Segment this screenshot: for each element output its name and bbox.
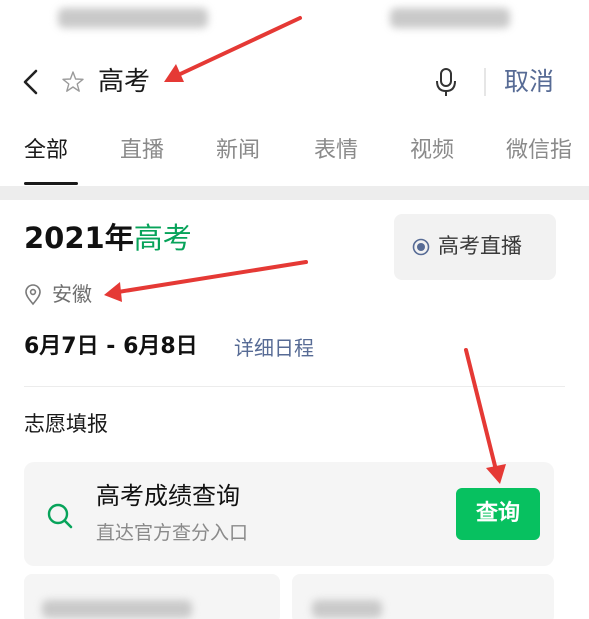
radio-dot-icon xyxy=(412,238,430,256)
blurred-card-left[interactable] xyxy=(24,574,280,619)
location-label: 安徽 xyxy=(52,282,92,306)
exam-dates: 6月7日 - 6月8日 xyxy=(24,334,198,359)
microphone-icon xyxy=(436,68,456,96)
tab-news[interactable]: 新闻 xyxy=(216,136,260,166)
detailed-schedule-link[interactable]: 详细日程 xyxy=(234,334,314,362)
exam-keyword: 高考 xyxy=(133,221,192,255)
location-pin-icon xyxy=(25,284,41,306)
exam-live-button[interactable]: 高考直播 xyxy=(394,214,556,280)
blurred-status-left xyxy=(58,8,208,28)
card-divider xyxy=(24,386,565,387)
exam-live-label: 高考直播 xyxy=(438,234,522,258)
search-bar: 高考 取消 xyxy=(0,52,589,112)
volunteer-application-title: 志愿填报 xyxy=(24,412,108,436)
cancel-button[interactable]: 取消 xyxy=(504,66,554,98)
tab-videos[interactable]: 视频 xyxy=(410,136,454,166)
active-tab-indicator xyxy=(24,182,78,185)
blurred-status-right xyxy=(390,8,510,28)
tab-stickers[interactable]: 表情 xyxy=(314,136,358,166)
score-query-title: 高考成绩查询 xyxy=(96,482,240,510)
tab-all[interactable]: 全部 xyxy=(24,136,68,166)
exam-year: 2021年 xyxy=(24,221,134,255)
wechat-search-screen: 高考 取消 全部 直播 新闻 表情 视频 微信指 2021年高考 高考直播 安徽… xyxy=(0,0,589,619)
status-bar xyxy=(0,0,589,44)
search-category-tabs: 全部 直播 新闻 表情 视频 微信指 xyxy=(0,130,589,186)
score-query-subtitle: 直达官方查分入口 xyxy=(96,522,249,544)
search-query-text[interactable]: 高考 xyxy=(98,66,150,98)
score-query-card[interactable]: 高考成绩查询 直达官方查分入口 查询 xyxy=(24,462,554,566)
star-outline-icon xyxy=(62,71,84,92)
blurred-text-left xyxy=(42,600,192,618)
query-button[interactable]: 查询 xyxy=(456,488,540,540)
voice-input-button[interactable] xyxy=(432,64,460,100)
annotation-arrow-location xyxy=(104,260,308,302)
tab-live[interactable]: 直播 xyxy=(120,136,164,166)
section-gap xyxy=(0,186,589,200)
blurred-card-right[interactable] xyxy=(292,574,554,619)
back-arrow-icon xyxy=(23,69,38,95)
back-button[interactable] xyxy=(16,64,48,100)
exam-title: 2021年高考 xyxy=(24,220,192,256)
search-divider xyxy=(484,68,486,96)
tab-wechat-index[interactable]: 微信指 xyxy=(506,136,572,166)
search-icon xyxy=(47,503,73,529)
favorite-button[interactable] xyxy=(58,66,88,98)
blurred-text-right xyxy=(312,600,382,618)
